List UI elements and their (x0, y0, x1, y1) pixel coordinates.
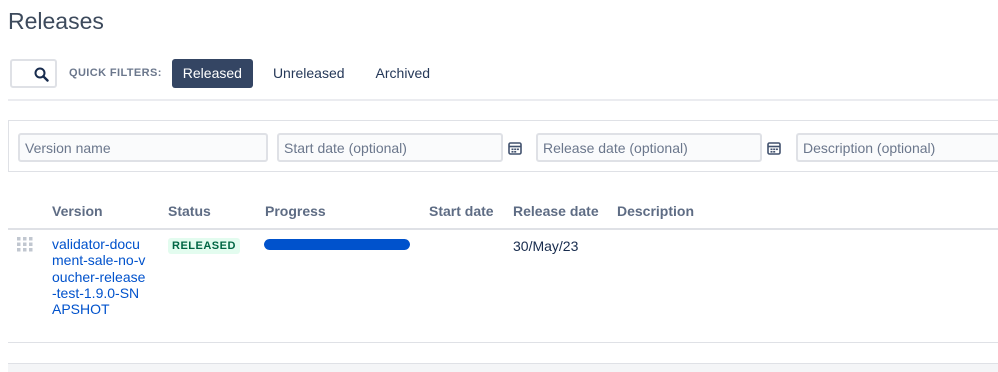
quick-filters-label: QUICK FILTERS: (69, 67, 162, 79)
status-badge: RELEASED (168, 238, 240, 254)
description-input[interactable]: Description (optional) (796, 133, 998, 162)
progress-bar-fill (264, 239, 410, 250)
row-divider (8, 342, 998, 343)
filter-released-button[interactable]: Released (171, 58, 253, 88)
release-date-input[interactable]: Release date (optional) (536, 133, 762, 162)
version-link[interactable]: validator-document-sale-no-voucher-relea… (52, 236, 148, 317)
search-input[interactable] (10, 58, 57, 88)
calendar-icon[interactable] (508, 141, 522, 155)
release-date-value: 30/May/23 (513, 238, 579, 254)
filter-unreleased-button[interactable]: Unreleased (262, 59, 356, 88)
header-divider (8, 228, 998, 230)
filter-bar: QUICK FILTERS: Released Unreleased Archi… (10, 58, 441, 88)
column-header-start-date[interactable]: Start date (429, 203, 494, 219)
progress-bar (264, 239, 410, 250)
footer-band (8, 363, 998, 372)
column-header-description[interactable]: Description (617, 203, 694, 219)
page-title: Releases (8, 8, 104, 34)
search-icon (34, 67, 49, 82)
version-name-input[interactable]: Version name (18, 133, 268, 162)
column-header-status[interactable]: Status (168, 203, 211, 219)
drag-handle-icon[interactable] (17, 237, 34, 252)
column-header-version[interactable]: Version (52, 203, 103, 219)
filter-divider (8, 99, 998, 101)
column-header-release-date[interactable]: Release date (513, 203, 599, 219)
add-version-form: Version name Start date (optional) Relea… (8, 120, 998, 172)
start-date-input[interactable]: Start date (optional) (277, 133, 503, 162)
column-header-progress[interactable]: Progress (265, 203, 326, 219)
filter-archived-button[interactable]: Archived (365, 59, 441, 88)
calendar-icon[interactable] (767, 141, 781, 155)
